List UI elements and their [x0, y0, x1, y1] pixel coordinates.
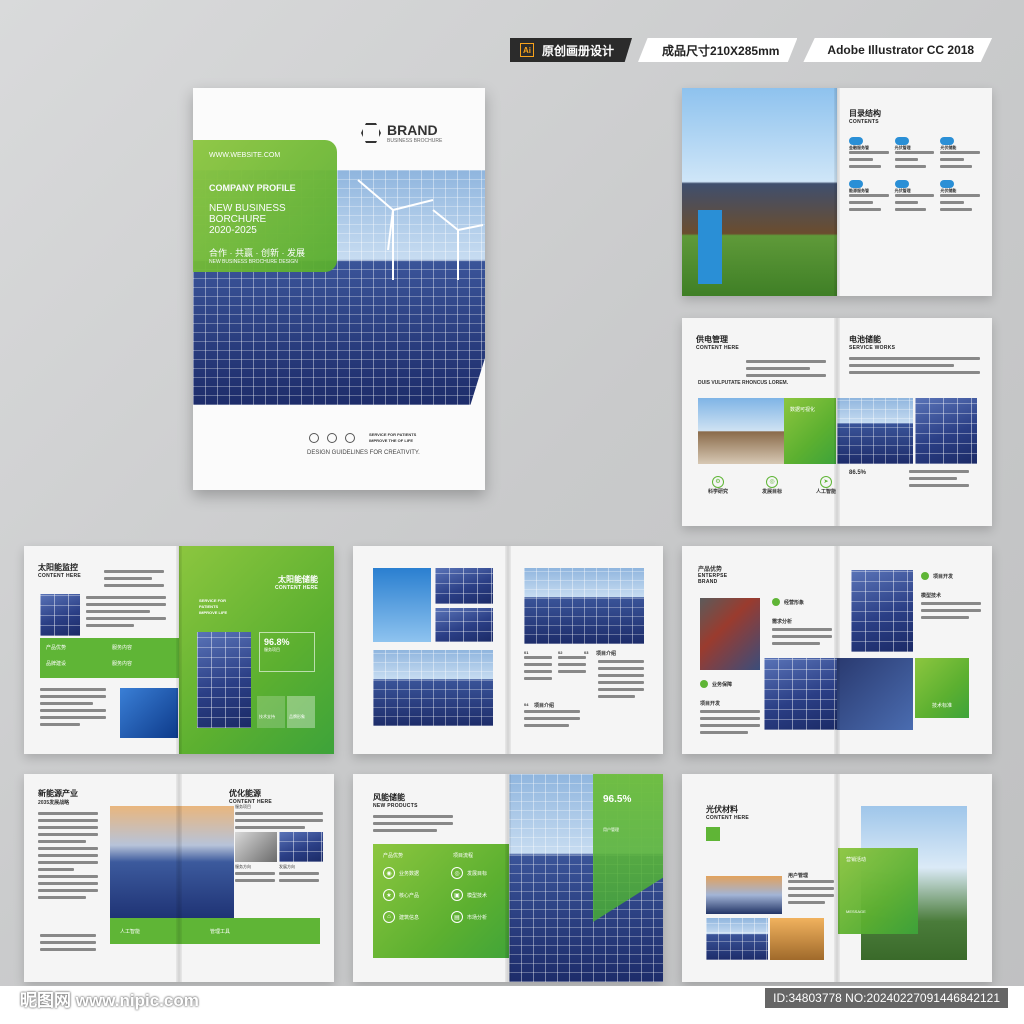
contents-title: 目录结构: [849, 109, 881, 118]
worker-photo: [700, 598, 760, 670]
site-watermark: 昵图网 www.nipic.com: [20, 991, 199, 1010]
contents-item: 能源服务管: [849, 180, 889, 215]
research-icon: ⚙: [712, 475, 724, 488]
check-icon: [772, 598, 780, 606]
green-info-box: 数据可视化: [784, 398, 836, 464]
data-icon: ◉: [383, 867, 395, 879]
power-tower-photo: [40, 594, 80, 636]
turbines-field-photo: [373, 650, 493, 726]
green-marketing-box: 营销活动 MESSAGE: [838, 848, 918, 934]
power-tower-photo: [770, 918, 824, 960]
size-label: 成品尺寸210X285mm: [638, 38, 798, 62]
contents-grid: 金融服务管 光伏管理 光伏储能 能源服务管 光伏管理 光伏储能: [849, 137, 980, 215]
spread-wind-projects: 01 02 03 项目介绍 04 项目介绍: [353, 546, 663, 754]
circle-icon: [327, 433, 337, 443]
brochure-cover: BRAND BUSINESS BROCHURE WWW.WEBSITE.COM …: [193, 88, 485, 490]
id-watermark: ID:34803778 NO:20240227091446842121: [765, 988, 1008, 1008]
brand-logo: BRAND BUSINESS BROCHURE: [361, 122, 442, 144]
solar-field-photo: [197, 632, 251, 728]
chart-icon: ▤: [451, 911, 463, 923]
worker-back-photo: [837, 658, 913, 730]
cover-icons-row: SERVICE FOR PATIENTS IMPROVE THE OF LIFE: [309, 432, 416, 444]
city-sunset-photo: [706, 876, 782, 914]
phone-hand-photo: [120, 688, 178, 738]
spread-product-advantages: 产品优势 ENTERPSE BRAND 经营形象 需求分析 业务保障 项目开发 …: [682, 546, 992, 754]
solar-field-photo: [524, 568, 644, 644]
solar-panel-photo: [851, 570, 913, 652]
wind-turbine-photo: [373, 568, 431, 642]
solar-panel-photo: [435, 568, 493, 604]
green-product-panel: 产品优势 项目流程 ◉ 业务数据 ◎ 发展目标 ★ 核心产品 ▣ 模型技术 ⌂ 建筑信息 …: [373, 844, 523, 958]
circle-icon: [309, 433, 319, 443]
check-icon: [700, 680, 708, 688]
model-icon: ▣: [451, 889, 463, 901]
house-roof-photo: [698, 398, 784, 464]
clipboard-icon: [706, 827, 720, 841]
contents-item: 光伏管理: [894, 137, 935, 172]
spread-new-energy: 新能源产业 2035发展战略 人工智能 管理工具 优化能源 CONTENT HE…: [24, 774, 334, 982]
building-icon: ⌂: [383, 911, 395, 923]
spread-contents: 目录结构 CONTENTS 金融服务管 光伏管理 光伏储能 能源服务管 光伏管理…: [682, 88, 992, 296]
check-icon: [921, 572, 929, 580]
software-label: Adobe Illustrator CC 2018: [803, 38, 993, 62]
product-icon: ★: [383, 889, 395, 901]
target-icon: ◎: [451, 867, 463, 879]
green-standard-box: 技术标准: [915, 658, 969, 718]
original-design-label: Ai 原创画册设计: [510, 38, 633, 62]
cover-guidelines: DESIGN GUIDELINES FOR CREATIVITY.: [307, 450, 420, 456]
contents-item: 光伏储能: [940, 180, 980, 215]
ev-charger-photo: [235, 832, 277, 862]
spread-wind-storage: 风能储能 NEW PRODUCTS 产品优势 项目流程 ◉ 业务数据 ◎ 发展目标 …: [353, 774, 663, 982]
solar-panel-photo: [915, 398, 977, 464]
spread-pv-materials: 光伏材料 CONTENT HERE 用户管理 营销活动 MESSAGE: [682, 774, 992, 982]
solar-panel-photo: [435, 608, 493, 642]
cover-title-panel: WWW.WEBSITE.COM COMPANY PROFILE NEW BUSI…: [193, 140, 337, 272]
spread-power-management: 供电管理 CONTENT HERE DUIS VULPUTATE RHONCUS…: [682, 318, 992, 526]
top-label-bar: Ai 原创画册设计 成品尺寸210X285mm Adobe Illustrato…: [510, 38, 993, 62]
ai-icon: ➤: [820, 475, 832, 488]
contents-item: 光伏管理: [894, 180, 935, 215]
engineer-photo: [837, 398, 913, 464]
hexagon-icon: [361, 123, 381, 143]
stat-value: 96.8%: [264, 637, 290, 647]
blue-info-strip: [698, 210, 722, 284]
solar-panel-photo: [279, 832, 323, 862]
spread-solar-monitoring: 太阳能监控 CONTENT HERE 产品优势 服务内容 品牌建设 服务内容 太阳能…: [24, 546, 334, 754]
circle-icon: [345, 433, 355, 443]
contents-item: 光伏储能: [940, 137, 980, 172]
green-feature-bar: 产品优势 服务内容 品牌建设 服务内容: [40, 638, 180, 678]
solar-panel-photo: [764, 658, 837, 730]
target-icon: ◎: [766, 475, 778, 488]
illustrator-icon: Ai: [520, 43, 534, 57]
contents-item: 金融服务管: [849, 137, 889, 172]
solar-panel-photo: [706, 918, 768, 960]
house-photo: [682, 88, 837, 296]
